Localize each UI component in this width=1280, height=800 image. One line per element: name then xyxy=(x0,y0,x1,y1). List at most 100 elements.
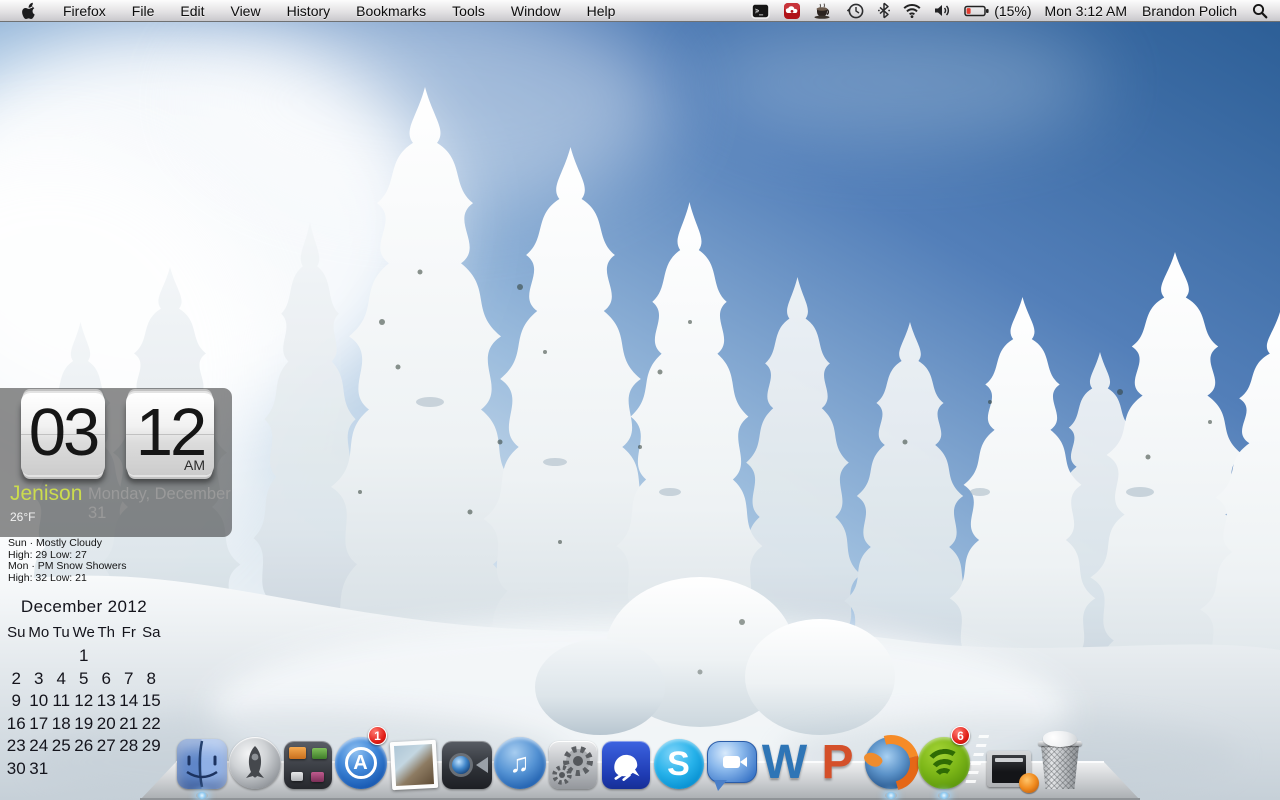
menu-item[interactable]: Firefox xyxy=(50,0,119,22)
time-machine-icon[interactable] xyxy=(847,0,865,22)
calendar-day: 8 xyxy=(140,668,163,691)
menu-bar-clock[interactable]: Mon 3:12 AM xyxy=(1045,3,1128,19)
menu-item[interactable]: Edit xyxy=(167,0,217,22)
calendar-weekday: Su xyxy=(5,621,28,645)
battery-icon xyxy=(964,4,990,18)
dock-item-finder[interactable] xyxy=(175,731,228,789)
menu-item[interactable]: Help xyxy=(574,0,629,22)
dock-item-mail[interactable] xyxy=(387,731,440,789)
battery-status[interactable]: (15%) xyxy=(964,0,1031,22)
firefox-icon xyxy=(865,737,917,789)
terminal-geektool-icon[interactable]: >_ xyxy=(751,0,770,22)
system-preferences-gears-icon xyxy=(549,741,597,789)
menu-bar-status: >_ (15%) Mon 3:12 xyxy=(751,0,1280,22)
dock-item-firefox[interactable] xyxy=(864,731,917,789)
dock-item-spotify[interactable]: 6 xyxy=(917,731,970,789)
current-temperature: 26°F xyxy=(10,510,35,524)
finder-icon xyxy=(177,739,227,789)
calendar-day xyxy=(50,645,73,668)
calendar-day xyxy=(140,645,163,668)
calendar-day: 20 xyxy=(95,713,118,736)
calendar-day xyxy=(118,645,141,668)
forecast-line: High: 32 Low: 21 xyxy=(8,573,126,585)
dock-item-ichat[interactable] xyxy=(705,731,758,789)
vuze-frog-icon xyxy=(602,741,650,789)
mission-control-icon xyxy=(284,741,332,789)
menu-item[interactable]: View xyxy=(217,0,273,22)
menu-item[interactable]: History xyxy=(274,0,344,22)
dock-item-launchpad[interactable] xyxy=(228,731,281,789)
forecast-line: Mon · PM Snow Showers xyxy=(8,561,126,573)
menu-item[interactable]: Window xyxy=(498,0,574,22)
app-store-badge: 1 xyxy=(368,726,387,745)
dock-item-vuze[interactable] xyxy=(599,731,652,789)
apple-logo-icon xyxy=(22,2,36,19)
volume-icon[interactable] xyxy=(934,0,951,22)
calendar-day: 17 xyxy=(28,713,51,736)
dock-item-skype[interactable]: S xyxy=(652,731,705,789)
user-menu[interactable]: Brandon Polich xyxy=(1140,3,1239,19)
calendar-weekday: Mo xyxy=(28,621,51,645)
calendar-day: 3 xyxy=(28,668,51,691)
calendar-day: 1 xyxy=(73,645,96,668)
calendar-day: 2 xyxy=(5,668,28,691)
dock: AA 1 ♫ xyxy=(175,731,1086,789)
menu-item[interactable]: Tools xyxy=(439,0,498,22)
calendar-day: 16 xyxy=(5,713,28,736)
video-camera-glyph xyxy=(723,756,740,768)
caffeine-coffee-cup-icon[interactable] xyxy=(814,0,834,22)
clock-date: Monday, December 31 xyxy=(88,485,232,523)
dock-item-powerpoint[interactable]: P xyxy=(811,731,864,789)
word-icon: W xyxy=(762,737,807,789)
calendar-day: 9 xyxy=(5,690,28,713)
ichat-bubble-icon xyxy=(707,741,757,783)
dock-item-system-preferences[interactable] xyxy=(546,731,599,789)
mail-stamp-icon xyxy=(389,740,437,790)
calendar-day xyxy=(5,645,28,668)
menu-item[interactable]: File xyxy=(119,0,168,22)
dock-item-trash[interactable] xyxy=(1034,731,1086,789)
calendar-day: 7 xyxy=(118,668,141,691)
calendar-day xyxy=(28,645,51,668)
menu-item[interactable]: Bookmarks xyxy=(343,0,439,22)
apple-menu[interactable] xyxy=(16,0,50,22)
calendar-day: 27 xyxy=(95,735,118,758)
dock-item-minimized-firefox-window[interactable] xyxy=(984,731,1034,789)
calendar-day xyxy=(118,758,141,781)
calendar-day: 13 xyxy=(95,690,118,713)
calendar-weekday-header: SuMoTuWeThFrSa xyxy=(3,621,165,645)
calendar-weekday: We xyxy=(73,621,96,645)
dock-item-app-store[interactable]: AA 1 xyxy=(334,731,387,789)
wifi-icon[interactable] xyxy=(903,0,921,22)
bluetooth-icon[interactable] xyxy=(878,0,890,22)
flip-clock-widget: 03 12 AM Jenison Monday, December 31 26°… xyxy=(0,388,232,537)
dock-item-itunes[interactable]: ♫ xyxy=(493,731,546,789)
calendar-day: 24 xyxy=(28,735,51,758)
dock-item-word[interactable]: W xyxy=(758,731,811,789)
itunes-icon: ♫ xyxy=(494,737,546,789)
calendar-day: 19 xyxy=(73,713,96,736)
calendar-day: 4 xyxy=(50,668,73,691)
calendar-day xyxy=(95,645,118,668)
forecast-line: Sun · Mostly Cloudy xyxy=(8,538,126,550)
dock-item-facetime[interactable] xyxy=(440,731,493,789)
skype-icon: S xyxy=(654,739,704,789)
spotlight-search-icon[interactable] xyxy=(1252,0,1268,22)
calendar-day: 31 xyxy=(28,758,51,781)
calendar-day: 11 xyxy=(50,690,73,713)
calendar-weekday: Tu xyxy=(50,621,73,645)
weather-location: Jenison xyxy=(10,482,82,506)
dock-item-mission-control[interactable] xyxy=(281,731,334,789)
calendar-day: 12 xyxy=(73,690,96,713)
minimized-window-thumbnail xyxy=(987,751,1031,787)
red-cloud-app-icon[interactable] xyxy=(783,0,801,22)
calendar-day xyxy=(95,758,118,781)
calendar-day xyxy=(50,758,73,781)
calendar-day: 28 xyxy=(118,735,141,758)
svg-text:>_: >_ xyxy=(755,8,763,15)
calendar-day: 25 xyxy=(50,735,73,758)
calendar-day: 5 xyxy=(73,668,96,691)
flip-clock-hours-card: 03 xyxy=(21,393,105,475)
calendar-day: 23 xyxy=(5,735,28,758)
desktop-screen: FirefoxFileEditViewHistoryBookmarksTools… xyxy=(0,0,1280,800)
